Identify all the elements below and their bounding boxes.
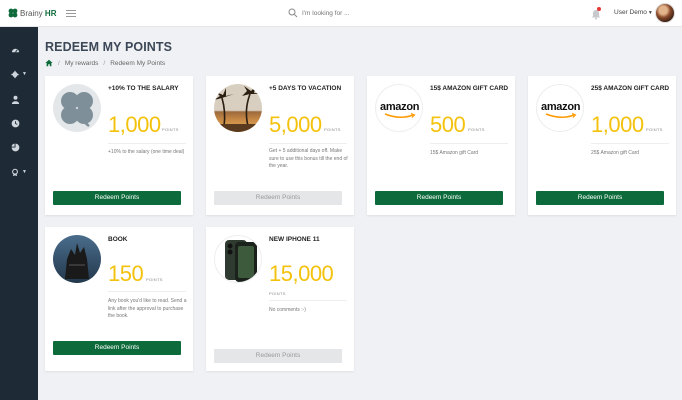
divider [108, 143, 186, 144]
redeem-points-button[interactable]: Redeem Points [53, 341, 181, 355]
reward-card-amazon-25: amazon 25$ AMAZON GIFT CARD 1,000 POINTS… [528, 76, 676, 215]
divider [108, 291, 186, 292]
menu-toggle-icon[interactable] [66, 8, 76, 19]
chevron-down-icon: ▼ [22, 169, 27, 175]
reward-card-salary: +10% TO THE SALARY 1,000 POINTS +10% to … [45, 76, 193, 215]
divider [591, 143, 669, 144]
reward-title: NEW IPHONE 11 [269, 236, 320, 243]
reward-card-vacation: +5 DAYS TO VACATION 5,000 POINTS Get + 5… [206, 76, 354, 215]
gear-icon [11, 70, 19, 78]
redeem-points-button-disabled[interactable]: Redeem Points [214, 191, 342, 205]
redeem-points-button[interactable]: Redeem Points [53, 191, 181, 205]
divider [269, 300, 347, 301]
breadcrumb-current: Redeem My Points [110, 59, 166, 67]
reward-description: 25$ Amazon gift Card [591, 150, 640, 156]
reward-description: Any book you'd like to read. Send a link… [108, 298, 187, 320]
reward-card-amazon-15: amazon 15$ AMAZON GIFT CARD 500 POINTS 1… [367, 76, 515, 215]
reward-title: +5 DAYS TO VACATION [269, 85, 342, 92]
user-name: User Demo [614, 9, 647, 16]
sidebar-item-rewards[interactable]: ▼ [11, 166, 27, 178]
reward-description: No comments :-) [269, 307, 306, 313]
points-unit-label: POINTS [468, 127, 485, 132]
search-icon [288, 8, 298, 18]
home-icon[interactable] [45, 59, 53, 67]
reward-image-phone [214, 235, 262, 283]
sidebar-item-settings[interactable]: ▼ [11, 68, 27, 80]
reward-points: 500 [430, 112, 466, 137]
redeem-points-button[interactable]: Redeem Points [375, 191, 503, 205]
user-icon [11, 95, 20, 104]
reward-points: 1,000 [591, 112, 644, 137]
reward-card-book: BOOK 150 POINTS Any book you'd like to r… [45, 227, 193, 371]
brand-name: Brainy HR [20, 8, 57, 18]
notification-dot [597, 7, 601, 11]
points-unit-label: POINTS [269, 291, 286, 296]
sidebar: ▼ ▼ [0, 27, 38, 400]
points-unit-label: POINTS [146, 277, 163, 282]
points-unit-label: POINTS [324, 127, 341, 132]
chevron-down-icon: ▼ [22, 71, 27, 77]
reward-image-clover [53, 84, 101, 132]
reward-card-iphone: NEW IPHONE 11 15,000 POINTS No comments … [206, 227, 354, 371]
divider [430, 143, 508, 144]
chevron-down-icon: ▼ [647, 10, 653, 16]
points-unit-label: POINTS [162, 127, 179, 132]
brand-logo[interactable]: Brainy HR [8, 8, 64, 18]
amazon-logo-text: amazon [541, 101, 581, 113]
reward-title: BOOK [108, 236, 128, 243]
reward-title: 25$ AMAZON GIFT CARD [591, 85, 670, 92]
reward-title: +10% TO THE SALARY [108, 85, 179, 92]
reward-image-amazon: amazon [375, 84, 423, 132]
breadcrumb: / My rewards / Redeem My Points [45, 59, 165, 67]
divider [269, 143, 347, 144]
search-input[interactable] [302, 9, 402, 17]
reward-points: 150 [108, 261, 144, 286]
reward-points: 5,000 [269, 112, 322, 137]
reward-description: 15$ Amazon gift Card [430, 150, 479, 156]
reward-description: Get + 5 additional days off. Make sure t… [269, 148, 348, 170]
notifications-bell-icon[interactable] [591, 7, 601, 20]
reward-points: 15,000 [269, 261, 334, 286]
avatar[interactable] [655, 3, 675, 23]
points-unit-label: POINTS [646, 127, 663, 132]
reward-image-beach [214, 84, 262, 132]
search-bar [288, 8, 402, 18]
reward-image-book [53, 235, 101, 283]
amazon-logo-text: amazon [380, 101, 420, 113]
user-menu[interactable]: User Demo▼ [614, 9, 653, 16]
dashboard-icon [11, 48, 20, 53]
reward-title: 15$ AMAZON GIFT CARD [430, 85, 509, 92]
clover-logo-icon [8, 8, 18, 18]
breadcrumb-my-rewards[interactable]: My rewards [65, 60, 99, 67]
page-title: REDEEM MY POINTS [45, 40, 173, 54]
sidebar-item-users[interactable] [11, 93, 27, 105]
reward-image-amazon: amazon [536, 84, 584, 132]
clock-icon [11, 119, 20, 127]
reward-points: 1,000 [108, 112, 161, 137]
redeem-points-button-disabled[interactable]: Redeem Points [214, 349, 342, 363]
sidebar-item-dashboard[interactable] [11, 44, 27, 56]
pie-chart-icon [11, 143, 20, 151]
badge-icon [12, 168, 18, 176]
redeem-points-button[interactable]: Redeem Points [536, 191, 664, 205]
top-bar: Brainy HR User Demo▼ [0, 0, 682, 27]
sidebar-item-reports[interactable] [11, 141, 27, 153]
reward-description: +10% to the salary (one time deal) [108, 149, 185, 155]
sidebar-item-time[interactable] [11, 117, 27, 129]
